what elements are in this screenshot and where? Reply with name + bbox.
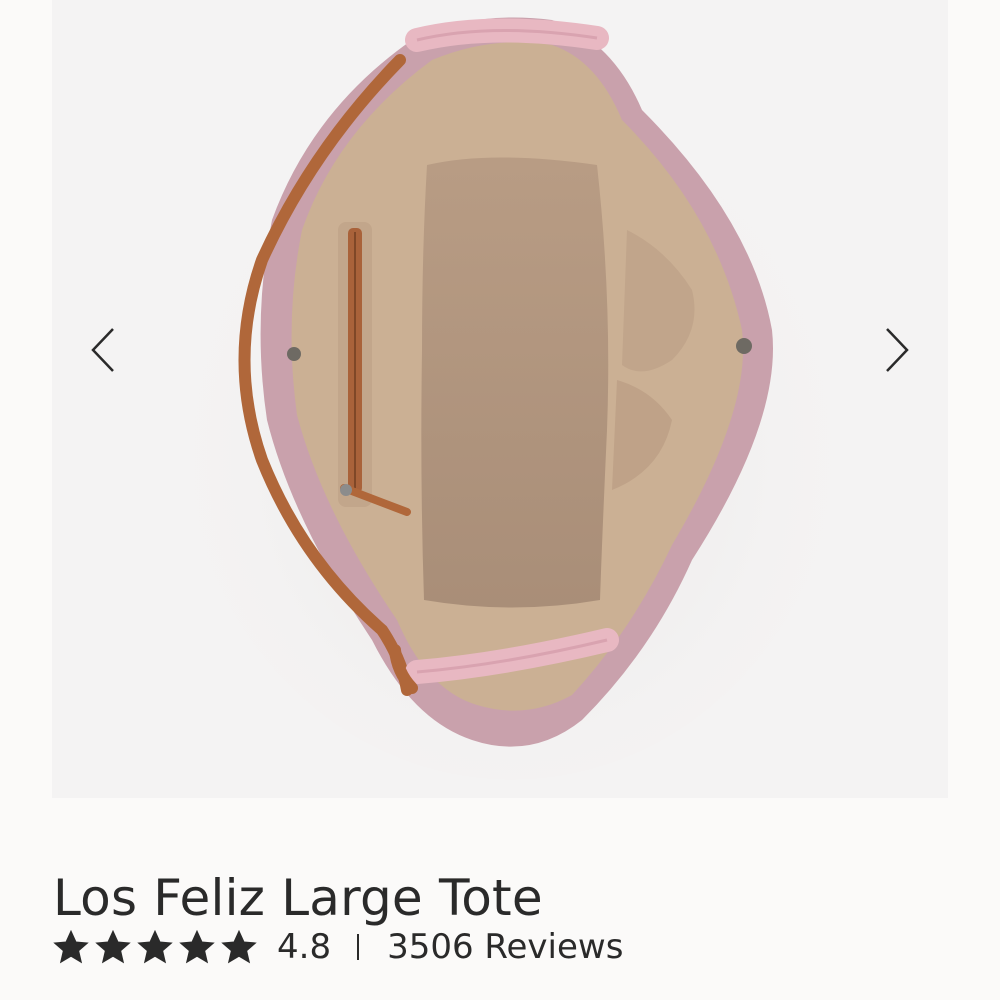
product-image bbox=[182, 17, 842, 780]
next-image-button[interactable] bbox=[874, 320, 918, 380]
star-icon bbox=[221, 930, 257, 964]
star-icon bbox=[95, 930, 131, 964]
product-page: Los Feliz Large Tote 4.8 3506 Reviews bbox=[0, 0, 1000, 1000]
star-icon bbox=[53, 930, 89, 964]
rating-divider bbox=[357, 934, 360, 960]
chevron-left-icon bbox=[91, 328, 114, 372]
star-icon bbox=[179, 930, 215, 964]
reviews-link[interactable]: 3506 Reviews bbox=[387, 927, 623, 967]
prev-image-button[interactable] bbox=[82, 320, 126, 380]
product-image-gallery[interactable] bbox=[52, 0, 948, 798]
product-title: Los Feliz Large Tote bbox=[53, 868, 543, 927]
chevron-right-icon bbox=[886, 328, 909, 372]
star-rating[interactable] bbox=[53, 930, 257, 964]
rating-value: 4.8 bbox=[277, 927, 332, 967]
rating-summary: 4.8 3506 Reviews bbox=[53, 922, 623, 972]
star-icon bbox=[137, 930, 173, 964]
